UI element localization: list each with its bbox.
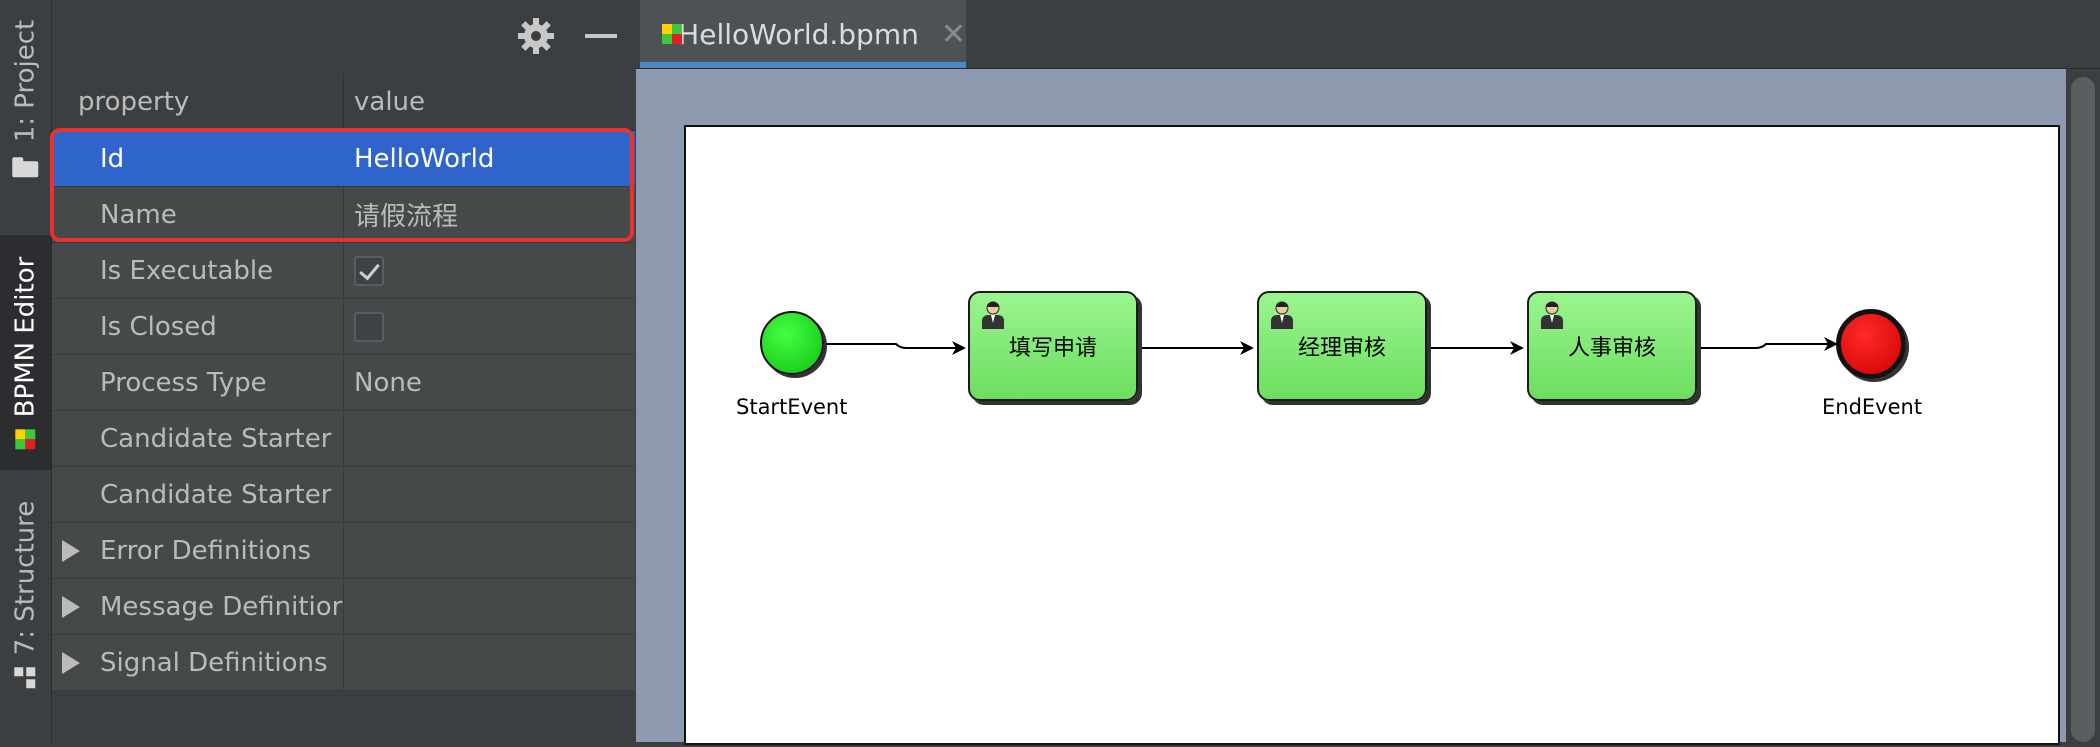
flow-start-to-task1 — [824, 341, 966, 355]
row-value — [344, 635, 634, 690]
table-row-signal-definitions[interactable]: Signal Definitions — [52, 635, 635, 691]
bpmn-icon — [15, 428, 36, 449]
task-label: 填写申请 — [1008, 336, 1097, 361]
tab-project-label: 1: Project — [10, 19, 41, 143]
structure-icon — [14, 667, 37, 689]
row-value — [344, 523, 634, 578]
bpmn-editor: HelloWorld.bpmn ✕ StartEvent 填写申请 经理审核 人… — [636, 0, 2100, 745]
row-value — [344, 579, 634, 634]
is-closed-checkbox[interactable] — [354, 311, 384, 342]
header-value: value — [354, 87, 426, 117]
tab-helloworld-bpmn[interactable]: HelloWorld.bpmn ✕ — [640, 0, 966, 68]
row-value[interactable] — [344, 411, 634, 466]
bpmn-file-icon — [662, 24, 682, 44]
tab-bpmn-editor-label: BPMN Editor — [10, 256, 41, 417]
folder-icon — [13, 157, 39, 177]
row-name: Candidate Starter — [52, 411, 344, 466]
row-name: Is Closed — [52, 299, 344, 354]
tab-project[interactable]: 1: Project — [0, 0, 51, 200]
row-name: Name — [52, 187, 344, 242]
end-event-label: EndEvent — [1822, 395, 1923, 419]
gear-icon[interactable] — [516, 16, 556, 56]
end-event[interactable] — [1836, 309, 1906, 379]
task-label: 人事审核 — [1567, 336, 1656, 361]
table-row-message-definitions[interactable]: Message Definitior — [52, 579, 635, 635]
table-row-name[interactable]: Name 请假流程 — [52, 187, 635, 243]
diagram-canvas[interactable]: StartEvent 填写申请 经理审核 人事审核 EndEvent — [684, 125, 2060, 745]
start-event[interactable] — [760, 311, 824, 375]
expand-arrow-icon[interactable] — [62, 596, 80, 618]
tab-structure[interactable]: 7: Structure — [0, 490, 51, 700]
user-icon — [1541, 301, 1563, 329]
row-name: Candidate Starter — [52, 467, 344, 522]
active-tab-indicator — [640, 62, 966, 68]
properties-panel: property value Id HelloWorld Name 请假流程 I… — [52, 0, 635, 742]
row-value[interactable]: 请假流程 — [344, 187, 634, 242]
expand-arrow-icon[interactable] — [62, 652, 80, 674]
row-name: Signal Definitions — [100, 647, 328, 678]
start-event-label: StartEvent — [736, 395, 848, 419]
user-icon — [1271, 301, 1293, 329]
table-row-candidate-starter-groups[interactable]: Candidate Starter — [52, 467, 635, 523]
user-task-3[interactable]: 人事审核 — [1527, 291, 1697, 401]
row-name: Process Type — [52, 355, 344, 410]
table-row-error-definitions[interactable]: Error Definitions — [52, 523, 635, 579]
diagram-viewport[interactable]: StartEvent 填写申请 经理审核 人事审核 EndEvent — [636, 69, 2060, 745]
tab-label: HelloWorld.bpmn — [678, 17, 919, 51]
scrollbar-thumb[interactable] — [2071, 77, 2095, 742]
row-name: Error Definitions — [100, 535, 312, 566]
header-property: property — [52, 74, 344, 130]
table-row-id[interactable]: Id HelloWorld — [52, 131, 635, 187]
is-executable-checkbox[interactable] — [354, 255, 384, 286]
user-task-2[interactable]: 经理审核 — [1257, 291, 1427, 401]
user-icon — [982, 301, 1004, 329]
row-name: Is Executable — [52, 243, 344, 298]
flow-task3-to-end — [1700, 337, 1838, 351]
row-value[interactable]: None — [344, 355, 634, 410]
row-name: Id — [52, 131, 344, 186]
property-table: property value Id HelloWorld Name 请假流程 I… — [52, 74, 635, 691]
panel-toolbar — [52, 0, 635, 74]
row-value[interactable] — [344, 467, 634, 522]
expand-arrow-icon[interactable] — [62, 540, 80, 562]
user-task-1[interactable]: 填写申请 — [968, 291, 1138, 401]
close-icon[interactable]: ✕ — [941, 17, 966, 52]
table-row-process-type[interactable]: Process Type None — [52, 355, 635, 411]
table-row-candidate-starter-users[interactable]: Candidate Starter — [52, 411, 635, 467]
property-table-header: property value — [52, 74, 635, 131]
tool-window-strip: 1: Project BPMN Editor 7: Structure — [0, 0, 52, 742]
tab-structure-label: 7: Structure — [10, 500, 41, 656]
editor-tab-bar: HelloWorld.bpmn ✕ — [636, 0, 2100, 69]
sequence-flows — [824, 337, 1838, 355]
minimize-icon[interactable] — [585, 34, 617, 38]
vertical-scrollbar[interactable] — [2066, 69, 2100, 742]
row-value[interactable]: HelloWorld — [344, 131, 634, 186]
task-label: 经理审核 — [1297, 336, 1386, 361]
table-row-is-closed[interactable]: Is Closed — [52, 299, 635, 355]
tab-bpmn-editor[interactable]: BPMN Editor — [0, 235, 51, 470]
table-row-is-executable[interactable]: Is Executable — [52, 243, 635, 299]
row-name: Message Definitior — [100, 591, 343, 622]
